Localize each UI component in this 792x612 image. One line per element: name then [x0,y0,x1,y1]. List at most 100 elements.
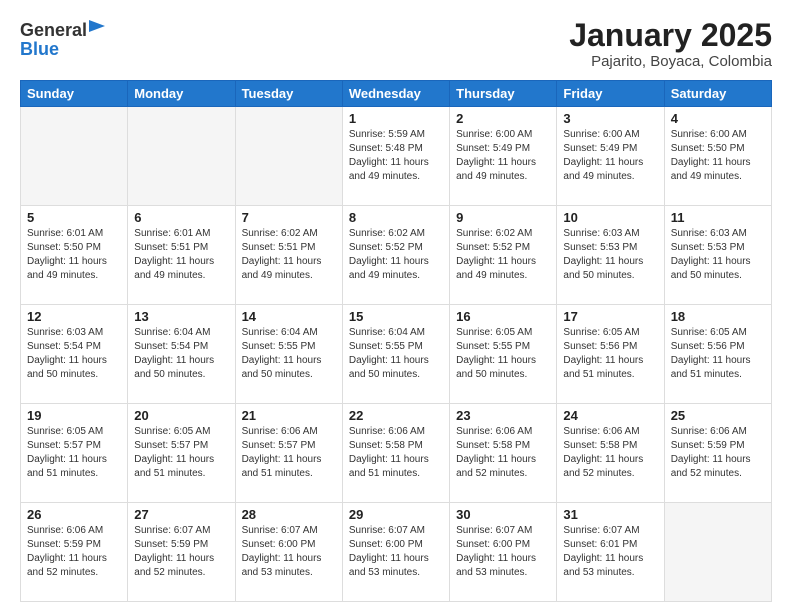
day-num-4-1: 27 [134,507,228,522]
day-info-4-5: Sunrise: 6:07 AMSunset: 6:01 PMDaylight:… [563,524,657,580]
cell-2-4: 16 Sunrise: 6:05 AMSunset: 5:55 PMDayligh… [450,305,557,404]
day-info-0-6: Sunrise: 6:00 AMSunset: 5:50 PMDaylight:… [671,128,765,184]
header-saturday: Saturday [664,81,771,107]
day-info-0-3: Sunrise: 5:59 AMSunset: 5:48 PMDaylight:… [349,128,443,184]
calendar-table: Sunday Monday Tuesday Wednesday Thursday… [20,80,772,602]
cell-3-4: 23 Sunrise: 6:06 AMSunset: 5:58 PMDayligh… [450,404,557,503]
cell-0-0 [21,107,128,206]
day-num-1-6: 11 [671,210,765,225]
cell-4-6 [664,503,771,602]
header-friday: Friday [557,81,664,107]
logo: General Blue [20,18,107,60]
day-info-3-2: Sunrise: 6:06 AMSunset: 5:57 PMDaylight:… [242,425,336,481]
day-num-0-4: 2 [456,111,550,126]
week-row-2: 12Sunrise: 6:03 AMSunset: 5:54 PMDayligh… [21,305,772,404]
day-info-1-1: Sunrise: 6:01 AMSunset: 5:51 PMDaylight:… [134,227,228,283]
cell-4-0: 26 Sunrise: 6:06 AMSunset: 5:59 PMDayligh… [21,503,128,602]
day-info-3-1: Sunrise: 6:05 AMSunset: 5:57 PMDaylight:… [134,425,228,481]
day-num-3-3: 22 [349,408,443,423]
logo-blue [87,18,107,43]
cell-4-4: 30Sunrise: 6:07 AMSunset: 6:00 PMDayligh… [450,503,557,602]
cell-3-1: 20Sunrise: 6:05 AMSunset: 5:57 PMDayligh… [128,404,235,503]
day-num-4-3: 29 [349,507,443,522]
header-wednesday: Wednesday [342,81,449,107]
cell-1-6: 11 Sunrise: 6:03 AMSunset: 5:53 PMDayligh… [664,206,771,305]
cell-4-3: 29 Sunrise: 6:07 AMSunset: 6:00 PMDayligh… [342,503,449,602]
cell-2-1: 13Sunrise: 6:04 AMSunset: 5:54 PMDayligh… [128,305,235,404]
week-row-0: 1 Sunrise: 5:59 AMSunset: 5:48 PMDaylight… [21,107,772,206]
day-num-4-5: 31 [563,507,657,522]
cell-4-1: 27 Sunrise: 6:07 AMSunset: 5:59 PMDayligh… [128,503,235,602]
day-num-3-2: 21 [242,408,336,423]
day-info-2-5: Sunrise: 6:05 AMSunset: 5:56 PMDaylight:… [563,326,657,382]
logo-general: General [20,20,87,41]
day-num-1-4: 9 [456,210,550,225]
day-info-1-5: Sunrise: 6:03 AMSunset: 5:53 PMDaylight:… [563,227,657,283]
day-info-2-3: Sunrise: 6:04 AMSunset: 5:55 PMDaylight:… [349,326,443,382]
cell-1-2: 7Sunrise: 6:02 AMSunset: 5:51 PMDaylight… [235,206,342,305]
day-num-3-5: 24 [563,408,657,423]
day-info-2-2: Sunrise: 6:04 AMSunset: 5:55 PMDaylight:… [242,326,336,382]
cell-2-5: 17 Sunrise: 6:05 AMSunset: 5:56 PMDayligh… [557,305,664,404]
day-info-4-0: Sunrise: 6:06 AMSunset: 5:59 PMDaylight:… [27,524,121,580]
day-info-4-1: Sunrise: 6:07 AMSunset: 5:59 PMDaylight:… [134,524,228,580]
day-num-3-4: 23 [456,408,550,423]
day-num-1-3: 8 [349,210,443,225]
calendar-subtitle: Pajarito, Boyaca, Colombia [569,53,772,70]
day-info-3-3: Sunrise: 6:06 AMSunset: 5:58 PMDaylight:… [349,425,443,481]
day-info-2-4: Sunrise: 6:05 AMSunset: 5:55 PMDaylight:… [456,326,550,382]
day-num-1-5: 10 [563,210,657,225]
day-num-2-4: 16 [456,309,550,324]
day-info-0-4: Sunrise: 6:00 AMSunset: 5:49 PMDaylight:… [456,128,550,184]
cell-0-2 [235,107,342,206]
header-thursday: Thursday [450,81,557,107]
cell-2-6: 18Sunrise: 6:05 AMSunset: 5:56 PMDayligh… [664,305,771,404]
calendar-title: January 2025 [569,18,772,53]
day-num-0-3: 1 [349,111,443,126]
day-num-4-4: 30 [456,507,550,522]
day-num-1-1: 6 [134,210,228,225]
cell-1-3: 8 Sunrise: 6:02 AMSunset: 5:52 PMDaylight… [342,206,449,305]
day-info-3-5: Sunrise: 6:06 AMSunset: 5:58 PMDaylight:… [563,425,657,481]
header: General Blue January 2025 Pajarito, Boya… [20,18,772,70]
day-info-1-6: Sunrise: 6:03 AMSunset: 5:53 PMDaylight:… [671,227,765,283]
day-num-2-0: 12 [27,309,121,324]
day-num-3-0: 19 [27,408,121,423]
cell-1-1: 6 Sunrise: 6:01 AMSunset: 5:51 PMDaylight… [128,206,235,305]
day-num-2-5: 17 [563,309,657,324]
day-info-0-5: Sunrise: 6:00 AMSunset: 5:49 PMDaylight:… [563,128,657,184]
week-row-3: 19 Sunrise: 6:05 AMSunset: 5:57 PMDayligh… [21,404,772,503]
day-info-4-3: Sunrise: 6:07 AMSunset: 6:00 PMDaylight:… [349,524,443,580]
day-info-1-3: Sunrise: 6:02 AMSunset: 5:52 PMDaylight:… [349,227,443,283]
day-num-0-6: 4 [671,111,765,126]
cell-2-2: 14 Sunrise: 6:04 AMSunset: 5:55 PMDayligh… [235,305,342,404]
header-monday: Monday [128,81,235,107]
day-info-3-6: Sunrise: 6:06 AMSunset: 5:59 PMDaylight:… [671,425,765,481]
cell-3-2: 21 Sunrise: 6:06 AMSunset: 5:57 PMDayligh… [235,404,342,503]
day-num-0-5: 3 [563,111,657,126]
cell-0-1 [128,107,235,206]
cell-1-0: 5 Sunrise: 6:01 AMSunset: 5:50 PMDaylight… [21,206,128,305]
day-num-1-2: 7 [242,210,336,225]
header-tuesday: Tuesday [235,81,342,107]
day-info-2-1: Sunrise: 6:04 AMSunset: 5:54 PMDaylight:… [134,326,228,382]
day-info-1-4: Sunrise: 6:02 AMSunset: 5:52 PMDaylight:… [456,227,550,283]
cell-3-0: 19 Sunrise: 6:05 AMSunset: 5:57 PMDayligh… [21,404,128,503]
cell-2-3: 15Sunrise: 6:04 AMSunset: 5:55 PMDayligh… [342,305,449,404]
day-num-4-0: 26 [27,507,121,522]
weekday-header-row: Sunday Monday Tuesday Wednesday Thursday… [21,81,772,107]
day-num-3-6: 25 [671,408,765,423]
day-num-1-0: 5 [27,210,121,225]
logo-icon [87,18,107,38]
day-num-2-2: 14 [242,309,336,324]
header-sunday: Sunday [21,81,128,107]
cell-4-2: 28Sunrise: 6:07 AMSunset: 6:00 PMDayligh… [235,503,342,602]
cell-0-4: 2 Sunrise: 6:00 AMSunset: 5:49 PMDaylight… [450,107,557,206]
day-num-2-6: 18 [671,309,765,324]
day-info-3-0: Sunrise: 6:05 AMSunset: 5:57 PMDaylight:… [27,425,121,481]
cell-3-6: 25 Sunrise: 6:06 AMSunset: 5:59 PMDayligh… [664,404,771,503]
day-info-1-0: Sunrise: 6:01 AMSunset: 5:50 PMDaylight:… [27,227,121,283]
day-info-3-4: Sunrise: 6:06 AMSunset: 5:58 PMDaylight:… [456,425,550,481]
calendar-body: 1 Sunrise: 5:59 AMSunset: 5:48 PMDaylight… [21,107,772,602]
week-row-4: 26 Sunrise: 6:06 AMSunset: 5:59 PMDayligh… [21,503,772,602]
